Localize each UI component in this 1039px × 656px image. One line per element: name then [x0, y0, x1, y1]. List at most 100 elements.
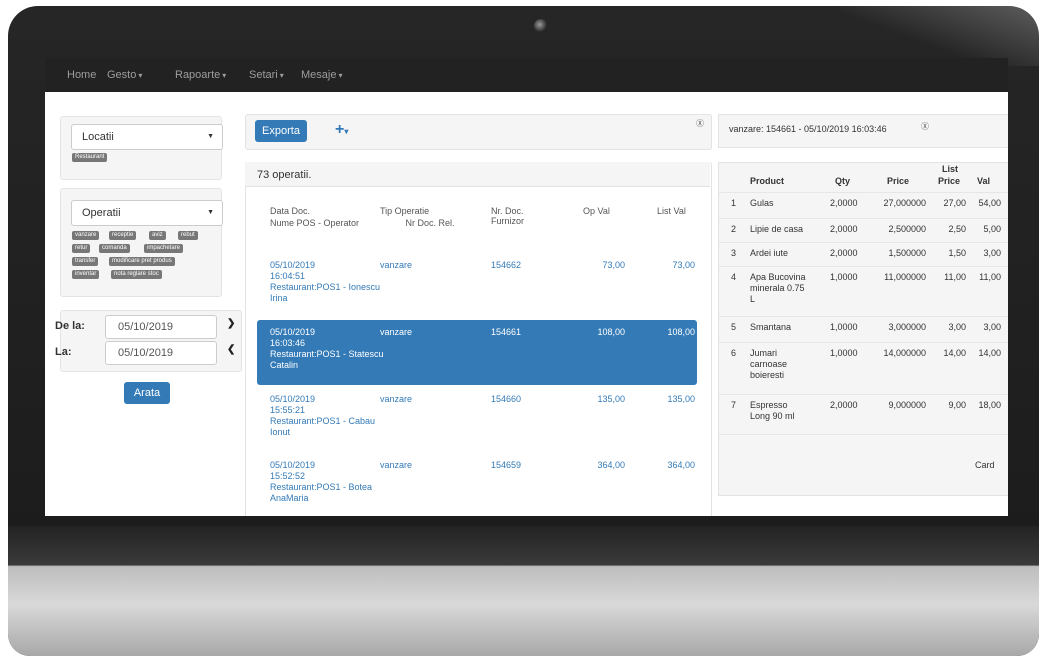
product-qty: 2,0000	[830, 224, 858, 234]
col-val[interactable]: Val	[977, 176, 990, 186]
row-divider	[718, 266, 1008, 267]
la-label: La:	[55, 346, 72, 358]
product-name: Gulas	[750, 198, 774, 208]
nav-home[interactable]: Home	[67, 69, 96, 81]
chevron-left-icon[interactable]: ❮	[227, 344, 235, 355]
la-value: 05/10/2019	[118, 347, 174, 359]
row-number: 6	[731, 348, 737, 358]
help-icon[interactable]: Ⓧ	[921, 121, 929, 132]
tag-retur[interactable]: retur	[72, 244, 91, 253]
row-nr: 154659	[491, 460, 522, 470]
tag-restaurant[interactable]: Restaurant	[72, 153, 108, 162]
tag-impachetare[interactable]: impachetare	[144, 244, 184, 253]
col-product[interactable]: Product	[750, 176, 784, 186]
row-op-val: 73,00	[602, 260, 625, 270]
col-qty[interactable]: Qty	[835, 176, 850, 186]
col-list[interactable]: List	[942, 164, 958, 174]
nav-setari[interactable]: Setari ▾	[249, 69, 284, 81]
tag-transfer[interactable]: transfer	[72, 257, 99, 266]
product-name: Long 90 ml	[750, 411, 795, 421]
col-tip-operatie[interactable]: Tip Operatie	[380, 206, 429, 216]
chevron-right-icon[interactable]: ❯	[227, 318, 235, 329]
payment-method: Card	[975, 460, 995, 470]
nav-mesaje[interactable]: Mesaje ▾	[301, 69, 342, 81]
row-number: 7	[731, 400, 737, 410]
product-val: 11,00	[979, 272, 1001, 282]
arata-button[interactable]: Arata	[124, 382, 170, 404]
caret-down-icon: ▾	[138, 71, 143, 80]
product-name: Espresso	[750, 400, 788, 410]
export-button[interactable]: Exporta	[255, 120, 307, 142]
tag-receptie[interactable]: receptie	[109, 231, 137, 240]
col-nr-doc-furnizor[interactable]: Nr. Doc. Furnizor	[491, 206, 551, 226]
de-la-input[interactable]: 05/10/2019	[105, 315, 217, 339]
operatii-label: Operatii	[82, 207, 121, 219]
col-nr-doc-rel[interactable]: Nr Doc. Rel.	[405, 218, 455, 228]
product-price: 2,500000	[888, 224, 926, 234]
la-input[interactable]: 05/10/2019	[105, 341, 217, 365]
product-name: Smantana	[750, 322, 792, 332]
row-number: 4	[731, 272, 737, 282]
toolbar-panel	[245, 114, 712, 150]
operatii-select[interactable]: Operatii ▼	[71, 200, 223, 226]
product-qty: 1,0000	[830, 272, 858, 282]
product-val: 18,00	[978, 400, 1001, 410]
col-op-val[interactable]: Op Val	[583, 206, 610, 216]
caret-down-icon: ▾	[338, 71, 343, 80]
de-la-value: 05/10/2019	[118, 321, 174, 333]
product-price: 9,000000	[888, 400, 926, 410]
product-qty: 2,0000	[830, 198, 858, 208]
row-pos: Restaurant:POS1 - Cabau	[270, 416, 376, 426]
locatii-select[interactable]: Locatii ▼	[71, 124, 223, 150]
product-name: L	[750, 294, 756, 304]
product-price: 11,000000	[884, 272, 926, 282]
top-navbar: Home Gesto ▾ Rapoarte ▾ Setari ▾ Mesaje ▾	[45, 58, 1008, 92]
row-number: 3	[731, 248, 737, 258]
tag-nota-reglare-stoc[interactable]: nota reglare stoc	[111, 270, 162, 279]
row-op-val: 135,00	[597, 394, 625, 404]
nav-rapoarte[interactable]: Rapoarte ▾	[175, 69, 226, 81]
row-list-val: 364,00	[667, 460, 695, 470]
product-name: carnoase	[750, 359, 788, 369]
row-divider	[718, 316, 1008, 317]
col-data-doc[interactable]: Data Doc.	[270, 206, 310, 216]
ops-header	[245, 162, 710, 187]
product-list-price: 1,50	[948, 248, 966, 258]
row-time: 15:52:52	[270, 471, 306, 481]
col-list-val[interactable]: List Val	[657, 206, 686, 216]
detail-title: vanzare: 154661 - 05/10/2019 16:03:46	[729, 124, 887, 134]
product-qty: 2,0000	[830, 400, 858, 410]
tag-inventar[interactable]: inventar	[72, 270, 100, 279]
add-button[interactable]: +▾	[335, 121, 348, 139]
screen-glare	[839, 6, 1039, 66]
row-pos: Restaurant:POS1 - Ionescu	[270, 282, 381, 292]
product-price: 14,000000	[883, 348, 926, 358]
product-list-price: 27,00	[943, 198, 966, 208]
nav-gesto[interactable]: Gesto ▾	[107, 69, 142, 81]
tag-modificare-pret-produs[interactable]: modificare pret produs	[109, 257, 175, 266]
product-name: Lipie de casa	[750, 224, 804, 234]
product-val: 14,00	[978, 348, 1001, 358]
tag-rebut[interactable]: rebut	[178, 231, 198, 240]
tag-aviz[interactable]: aviz	[149, 231, 166, 240]
col-nume-pos[interactable]: Nume POS - Operator	[270, 218, 359, 228]
row-tip: vanzare	[380, 260, 413, 270]
row-divider	[718, 192, 1008, 193]
product-list-price: 9,00	[948, 400, 966, 410]
tag-comanda[interactable]: comanda	[99, 244, 130, 253]
row-divider	[718, 342, 1008, 343]
row-pos: Restaurant:POS1 - Botea	[270, 482, 373, 492]
tag-vanzare[interactable]: vanzare	[72, 231, 100, 240]
row-date: 05/10/2019	[270, 460, 316, 470]
product-price: 3,000000	[888, 322, 926, 332]
row-number: 5	[731, 322, 737, 332]
product-name: Ardei iute	[750, 248, 789, 258]
row-nr: 154662	[491, 260, 522, 270]
locatii-label: Locatii	[82, 131, 114, 143]
col-price[interactable]: Price	[887, 176, 909, 186]
product-val: 3,00	[983, 322, 1001, 332]
row-nr: 154661	[491, 327, 522, 337]
help-icon[interactable]: Ⓧ	[696, 118, 704, 129]
product-val: 5,00	[983, 224, 1001, 234]
col-list-price[interactable]: Price	[938, 176, 960, 186]
